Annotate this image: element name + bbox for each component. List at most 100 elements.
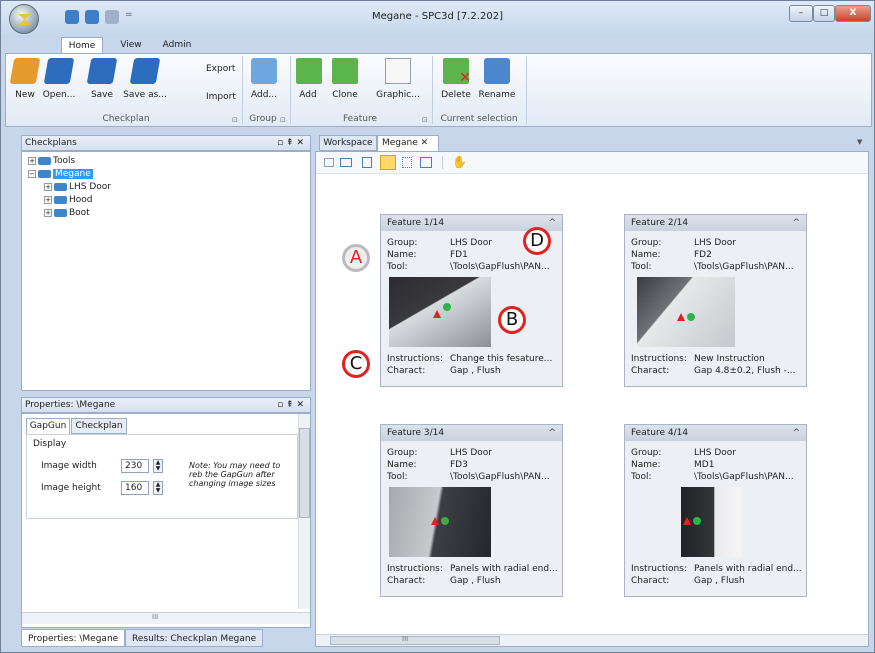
feature-instructions: Instructions: Change this fesature... (387, 354, 553, 364)
group-group-label: Group (249, 114, 277, 124)
properties-vscrollbar[interactable] (298, 414, 310, 609)
image-width-label: Image width (41, 461, 97, 471)
tab-megane[interactable]: Megane ✕ (377, 135, 439, 151)
callout-b: B (498, 306, 526, 334)
columns-view-icon[interactable] (402, 157, 412, 168)
rename-button[interactable]: Rename (476, 58, 518, 100)
feature-group: Group: LHS Door (387, 238, 492, 248)
expand-icon[interactable]: + (44, 182, 52, 191)
title-bar: = Megane - SPC3d [7.2.202] – □ X (1, 1, 874, 37)
clone-feature-icon (332, 58, 358, 84)
new-checkplan-icon (9, 58, 41, 84)
feature-group: Group: LHS Door (631, 448, 736, 458)
tree-node-tools[interactable]: + Tools (28, 155, 75, 168)
feature-card-header: Feature 4/14 ^ (625, 425, 806, 441)
new-button[interactable]: New (9, 58, 41, 100)
save-button[interactable]: Save (84, 58, 120, 100)
image-width-spinner[interactable]: ▲ ▼ (153, 459, 163, 473)
group-dialog-launcher-icon[interactable]: ⊡ (280, 116, 286, 124)
feature-photo (637, 277, 735, 347)
feature-charact: Charact: Gap , Flush (387, 366, 501, 376)
tab-properties-megane[interactable]: Properties: \Megane (21, 629, 126, 647)
delete-button[interactable]: ✕ Delete (438, 58, 474, 100)
single-view-icon[interactable] (324, 158, 334, 167)
export-button[interactable]: Export (206, 64, 235, 74)
close-button[interactable]: X (835, 5, 871, 22)
feature-card[interactable]: Feature 3/14 ^ Group: LHS Door Name: FD3 To… (380, 424, 563, 597)
feature-card[interactable]: Feature 4/14 ^ Group: LHS Door Name: MD1 To… (624, 424, 807, 597)
feature-name: Name: FD2 (631, 250, 712, 260)
callout-a: A (342, 244, 370, 272)
workspace-hscrollbar[interactable]: III (316, 634, 868, 646)
feature-group-label: Feature (342, 114, 377, 124)
close-tab-icon[interactable]: ✕ (421, 138, 429, 148)
feature-photo (389, 487, 491, 557)
collapse-chevron-icon[interactable]: ^ (548, 215, 556, 231)
pane-controls-icon[interactable]: ▫ ⇞ ✕ (277, 136, 304, 150)
delete-x-icon: ✕ (459, 70, 471, 86)
checkplan-icon (38, 156, 51, 165)
hand-pan-icon[interactable]: ✋ (452, 155, 467, 169)
grid-view-icon[interactable] (380, 155, 396, 170)
tab-dropdown-icon[interactable]: ▼ (857, 138, 862, 146)
tab-workspace[interactable]: Workspace (319, 135, 377, 151)
save-as-button[interactable]: Save as... (122, 58, 168, 100)
feature-card[interactable]: Feature 2/14 ^ Group: LHS Door Name: FD2 To… (624, 214, 807, 387)
graphic-button[interactable]: Graphic... (376, 58, 420, 100)
minimize-button[interactable]: – (789, 5, 813, 22)
checkplan-dialog-launcher-icon[interactable]: ⊡ (232, 116, 238, 124)
feature-name: Name: MD1 (631, 460, 715, 470)
open-checkplan-icon (43, 58, 75, 84)
note-text: Note: You may need to reb the GapGun aft… (189, 461, 281, 488)
tab-view[interactable]: View (113, 37, 149, 54)
feature-card-header: Feature 2/14 ^ (625, 215, 806, 231)
expand-icon[interactable]: + (44, 208, 52, 217)
collapse-chevron-icon[interactable]: ^ (548, 425, 556, 441)
properties-body: GapGun Checkplan Display Image width 230… (21, 413, 311, 628)
collapse-icon[interactable]: − (28, 169, 36, 178)
tab-home[interactable]: Home (61, 37, 103, 54)
cascade-view-icon[interactable] (420, 157, 432, 168)
feature-add-button[interactable]: Add (296, 58, 322, 100)
collapse-chevron-icon[interactable]: ^ (792, 425, 800, 441)
checkplan-icon (38, 169, 51, 178)
feature-instructions: Instructions: Panels with radial end... (387, 564, 558, 574)
pane-controls-icon[interactable]: ▫ ⇞ ✕ (277, 398, 304, 412)
feature-dialog-launcher-icon[interactable]: ⊡ (422, 116, 428, 124)
expand-icon[interactable]: + (28, 156, 36, 165)
callout-d: D (523, 227, 551, 255)
expand-icon[interactable]: + (44, 195, 52, 204)
tree-node-hood[interactable]: + Hood (44, 194, 93, 207)
tab-checkplan[interactable]: Checkplan (71, 418, 127, 434)
tree-node-megane[interactable]: − Megane (28, 168, 93, 181)
clone-button[interactable]: Clone (328, 58, 362, 100)
open-button[interactable]: Open... (40, 58, 78, 100)
image-height-field[interactable]: 160 (121, 481, 149, 495)
current-selection-group-label: Current selection (440, 114, 518, 124)
properties-hscrollbar[interactable]: III (22, 612, 310, 624)
tree-node-lhs-door[interactable]: + LHS Door (44, 181, 111, 194)
tab-results-checkplan[interactable]: Results: Checkplan Megane (125, 629, 264, 647)
feature-photo (389, 277, 491, 347)
collapse-chevron-icon[interactable]: ^ (792, 215, 800, 231)
feature-group: Group: LHS Door (631, 238, 736, 248)
image-width-field[interactable]: 230 (121, 459, 149, 473)
delete-icon: ✕ (443, 58, 471, 86)
workspace-area: ✋ Feature 1/14 ^ Group: LHS Door Name: FD1 … (315, 151, 869, 647)
feature-instructions: Instructions: Panels with radial end... (631, 564, 802, 574)
tab-admin[interactable]: Admin (157, 37, 197, 54)
import-button[interactable]: Import (206, 92, 236, 102)
hscroll-thumb[interactable] (330, 636, 500, 645)
group-add-button[interactable]: Add... (246, 58, 282, 100)
save-as-icon (129, 58, 161, 84)
maximize-button[interactable]: □ (813, 5, 835, 22)
vscroll-thumb[interactable] (299, 428, 310, 518)
two-column-icon[interactable] (340, 158, 352, 167)
two-row-icon[interactable] (362, 157, 372, 168)
tab-gapgun[interactable]: GapGun (26, 418, 70, 434)
tree-node-boot[interactable]: + Boot (44, 207, 90, 220)
feature-group: Group: LHS Door (387, 448, 492, 458)
image-height-spinner[interactable]: ▲ ▼ (153, 481, 163, 495)
callout-c: C (342, 350, 370, 378)
feature-name: Name: FD1 (387, 250, 468, 260)
